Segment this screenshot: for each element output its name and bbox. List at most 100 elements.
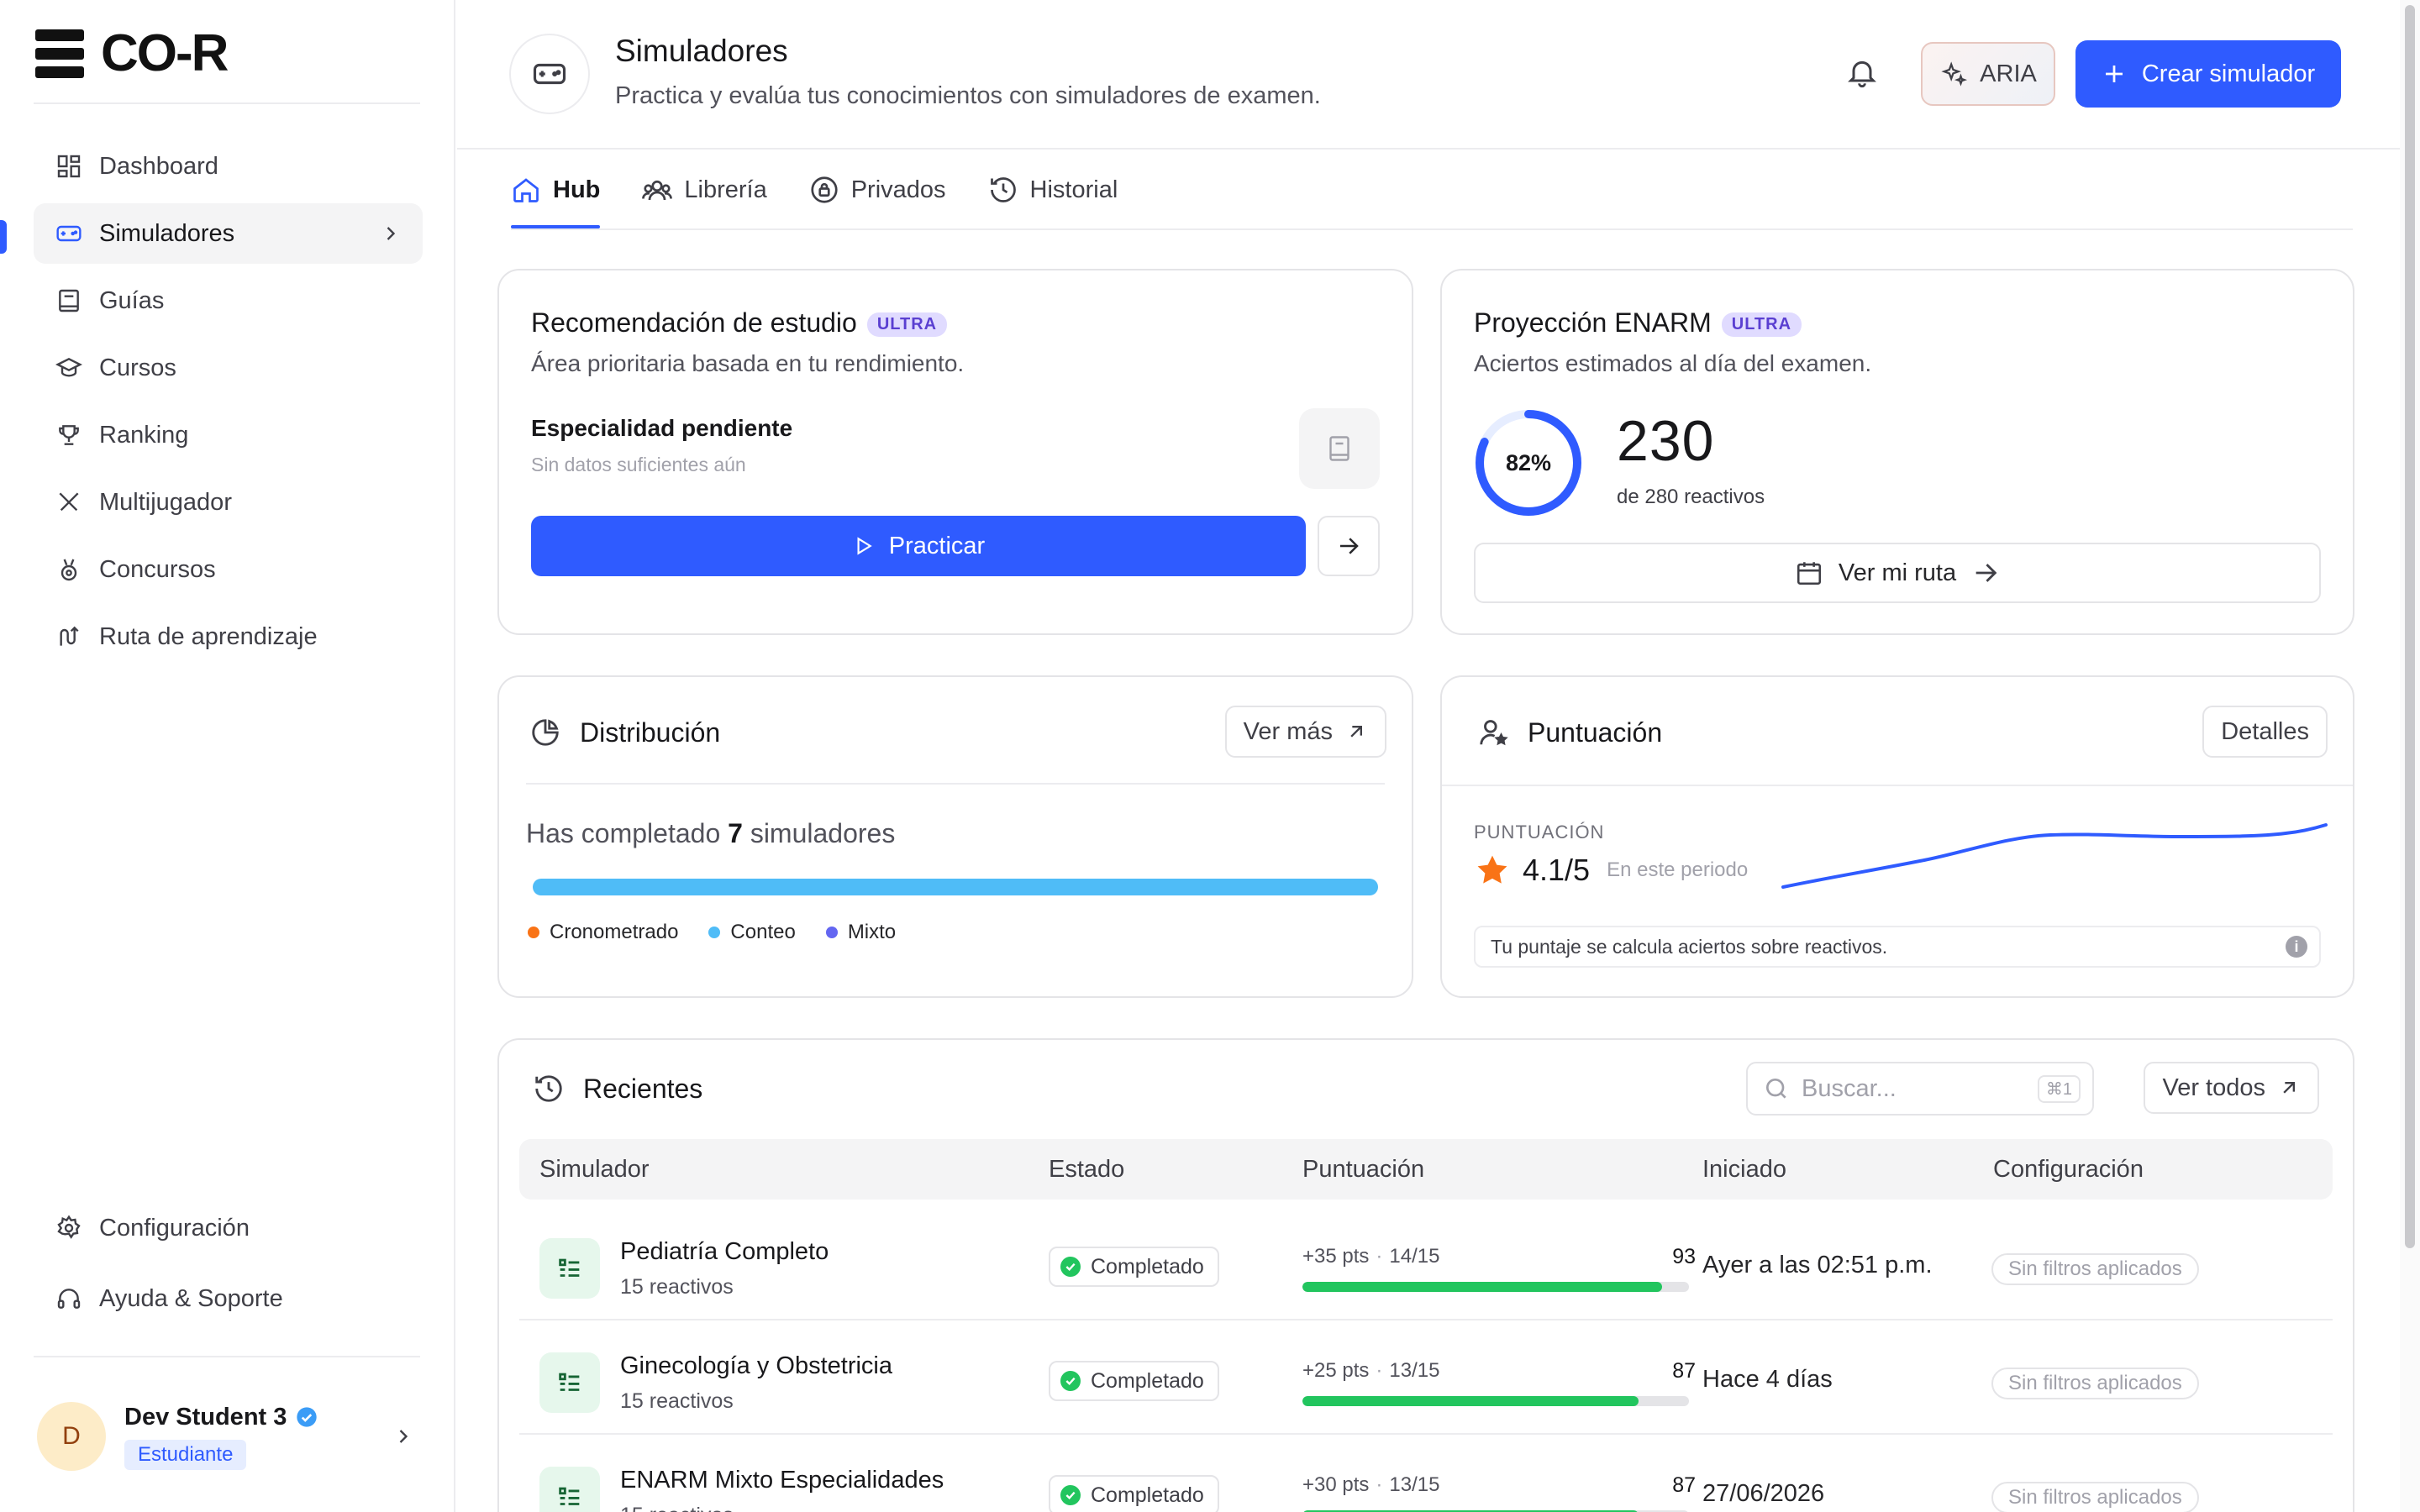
trophy-icon [59, 425, 79, 445]
create-simulator-button[interactable]: Crear simulador [2075, 40, 2341, 108]
score-note-text: Tu puntaje se calcula aciertos sobre rea… [1491, 935, 1888, 958]
verified-icon [297, 1407, 318, 1427]
plus-icon [2105, 66, 2123, 82]
tab-label: Historial [1029, 176, 1118, 203]
view-all-button[interactable]: Ver todos [2144, 1062, 2319, 1114]
chevron-right-icon [387, 227, 396, 240]
aria-button[interactable]: ARIA [1921, 42, 2055, 106]
gamepad-icon [56, 225, 82, 242]
score-header: Puntuación Detalles [1477, 706, 2328, 759]
score-bar-fill [1302, 1396, 1639, 1406]
sidebar-item-dashboard[interactable]: Dashboard [34, 136, 423, 197]
sidebar-item-simuladores[interactable]: Simuladores [34, 203, 423, 264]
distribution-header: Distribución Ver más [529, 706, 1386, 759]
sidebar-item-guias[interactable]: Guías [34, 270, 423, 331]
tab-label: Librería [684, 176, 767, 203]
search-input[interactable]: Buscar... ⌘1 [1746, 1062, 2094, 1116]
col-iniciado[interactable]: Iniciado [1702, 1156, 1786, 1184]
legend-label: Cronometrado [550, 921, 679, 943]
next-button[interactable] [1318, 516, 1380, 576]
legend-dot [708, 927, 721, 938]
started-at: Ayer a las 02:51 p.m. [1702, 1252, 1933, 1278]
search-icon [1766, 1079, 1786, 1099]
sidebar-item-ayuda[interactable]: Ayuda & Soporte [34, 1268, 423, 1329]
tab-libreria[interactable]: Librería [642, 150, 767, 230]
chevron-right-icon [399, 1430, 408, 1443]
logo[interactable]: CO-R [35, 24, 229, 83]
score-divider [1442, 785, 2353, 786]
col-estado[interactable]: Estado [1049, 1156, 1124, 1184]
sidebar-item-cursos[interactable]: Cursos [34, 338, 423, 398]
score-value: 4.1/5 [1523, 853, 1591, 887]
active-indicator [0, 220, 7, 254]
simulator-name: ENARM Mixto Especialidades [620, 1467, 944, 1494]
tab-label: Hub [553, 176, 601, 203]
dashboard-icon [57, 155, 81, 178]
table-row[interactable]: ENARM Mixto Especialidades 15 reactivos … [519, 1435, 2333, 1512]
view-route-button[interactable]: Ver mi ruta [1474, 543, 2321, 603]
recommendation-card: Recomendación de estudio ULTRA Área prior… [497, 269, 1413, 635]
table-row[interactable]: Ginecología y Obstetricia 15 reactivos C… [519, 1320, 2333, 1435]
completed-summary: Has completado 7 simuladores [526, 818, 895, 849]
config-badge: Sin filtros aplicados [1991, 1253, 2199, 1285]
scrollbar[interactable] [2400, 0, 2420, 1512]
score-number: 93 [1672, 1245, 1696, 1268]
pending-subtitle: Sin datos suficientes aún [531, 454, 746, 475]
info-icon[interactable]: i [2286, 936, 2307, 958]
book-icon [59, 289, 79, 312]
status-label: Completado [1091, 1254, 1204, 1278]
tab-historial[interactable]: Historial [988, 150, 1118, 230]
arrow-up-right-icon [1350, 726, 1362, 738]
completed-prefix: Has completado [526, 818, 721, 848]
projection-subtitle: Aciertos estimados al día del examen. [1474, 350, 1872, 376]
simulator-items: 15 reactivos [620, 1275, 734, 1299]
table-row[interactable]: Pediatría Completo 15 reactivos Completa… [519, 1206, 2333, 1320]
sidebar-divider [34, 1356, 420, 1357]
view-more-label: Ver más [1243, 717, 1333, 745]
projection-title-row: Proyección ENARM ULTRA [1474, 307, 2321, 339]
details-button[interactable]: Detalles [2202, 706, 2328, 758]
recommendation-subtitle: Área prioritaria basada en tu rendimient… [531, 350, 965, 376]
swords-icon [59, 492, 79, 512]
col-puntuacion[interactable]: Puntuación [1302, 1156, 1424, 1184]
view-more-button[interactable]: Ver más [1224, 706, 1386, 758]
config-badge: Sin filtros aplicados [1991, 1482, 2199, 1512]
simulator-name: Pediatría Completo [620, 1238, 829, 1265]
user-star-icon [1480, 720, 1508, 746]
projection-header: Proyección ENARM ULTRA Aciertos estimados… [1474, 307, 2321, 377]
sidebar-item-ruta[interactable]: Ruta de aprendizaje [34, 606, 423, 667]
col-configuracion[interactable]: Configuración [1993, 1156, 2144, 1184]
tab-label: Privados [850, 176, 946, 203]
check-circle-icon [1060, 1371, 1081, 1391]
user-profile[interactable]: D Dev Student 3 Estudiante [37, 1394, 424, 1478]
status-badge: Completado [1049, 1361, 1219, 1401]
bell-icon[interactable] [1845, 55, 1879, 89]
sidebar-item-concursos[interactable]: Concursos [34, 539, 423, 600]
recent-header: Recientes Buscar... ⌘1 Ver todos [533, 1062, 2319, 1116]
score-points: +35 pts [1302, 1245, 1370, 1268]
user-name: Dev Student 3 [124, 1403, 287, 1431]
projection-card: Proyección ENARM ULTRA Aciertos estimados… [1440, 269, 2354, 635]
score-card: Puntuación Detalles PUNTUACIÓN 4.1/5 En … [1440, 675, 2354, 998]
tab-hub[interactable]: Hub [511, 150, 601, 230]
simulator-items: 15 reactivos [620, 1389, 734, 1413]
practice-button[interactable]: Practicar [531, 516, 1306, 576]
sidebar-item-label: Guías [99, 286, 165, 314]
config-badge: Sin filtros aplicados [1991, 1368, 2199, 1399]
score-value-row: 4.1/5 En este periodo [1474, 852, 1748, 889]
calendar-icon [1797, 562, 1821, 585]
arrow-right-icon [1975, 564, 1997, 582]
sidebar-item-configuracion[interactable]: Configuración [34, 1198, 423, 1258]
projection-value: 230 [1617, 409, 1715, 473]
score-bar-fill [1302, 1282, 1662, 1292]
score-period: En este periodo [1607, 858, 1749, 881]
tabs: Hub Librería Privados Historial [511, 150, 1118, 230]
sidebar-item-ranking[interactable]: Ranking [34, 405, 423, 465]
scrollbar-thumb[interactable] [2405, 5, 2415, 1248]
book-placeholder-icon [1299, 408, 1380, 489]
tab-privados[interactable]: Privados [809, 150, 946, 230]
create-label: Crear simulador [2141, 60, 2316, 87]
distribution-card: Distribución Ver más Has completado 7 si… [497, 675, 1413, 998]
col-simulador[interactable]: Simulador [539, 1156, 650, 1184]
sidebar-item-multijugador[interactable]: Multijugador [34, 472, 423, 533]
